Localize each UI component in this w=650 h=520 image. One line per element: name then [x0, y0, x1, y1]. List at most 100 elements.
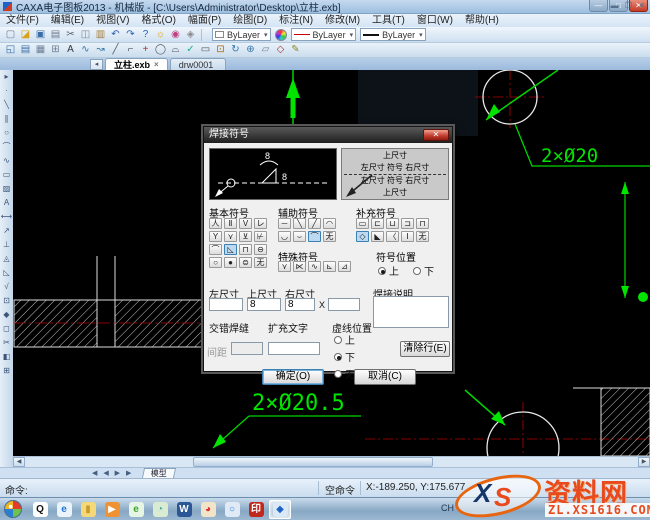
circle-icon[interactable]: ◯ — [153, 43, 168, 57]
right-dim-input[interactable] — [285, 298, 315, 311]
ok-button[interactable]: 确定(O) — [262, 369, 324, 385]
taskbar-browser-green[interactable]: e — [125, 500, 147, 519]
taskbar-qq[interactable]: Q — [29, 500, 51, 519]
aux-arc[interactable]: ⌒ — [308, 231, 321, 242]
print-icon[interactable]: ▤ — [48, 28, 63, 42]
sym-backing-weld[interactable]: ⊜ — [239, 257, 252, 268]
mdi-window-controls[interactable]: ▬ ❐ ✕ — [611, 1, 647, 10]
datum-tool-icon[interactable]: ⊥ — [1, 238, 13, 252]
sym-plug-weld[interactable]: ⊓ — [239, 244, 252, 255]
menu-window[interactable]: 窗口(W) — [411, 14, 459, 27]
sym-fillet-weld[interactable]: ◺ — [224, 244, 237, 255]
taskbar-browser-360[interactable]: ◔ — [149, 500, 171, 519]
sym-flange-weld[interactable]: 人 — [209, 218, 222, 229]
parallel-tool-icon[interactable]: ∥ — [1, 112, 13, 126]
leader-tool-icon[interactable]: ↗ — [1, 224, 13, 238]
spacing-input[interactable] — [231, 342, 263, 355]
supp-open-angle[interactable]: 〈 — [386, 231, 399, 242]
taskbar-word[interactable]: W — [173, 500, 195, 519]
tab-scroll-button[interactable]: ◂ — [90, 59, 103, 70]
layer-combo[interactable]: ByLayer ▾ — [212, 28, 271, 41]
rect-tool-icon[interactable]: ▭ — [1, 168, 13, 182]
pan-icon[interactable]: ▱ — [258, 43, 273, 57]
dash-bottom-radio[interactable]: 下 — [334, 349, 355, 364]
angle-icon[interactable]: ⌐ — [123, 43, 138, 57]
aux-concave[interactable]: ◡ — [278, 231, 291, 242]
supp-flat-plate[interactable]: ▭ — [356, 218, 369, 229]
special-3[interactable]: ∿ — [308, 261, 321, 272]
menu-format[interactable]: 格式(O) — [135, 14, 181, 27]
clear-row-button[interactable]: 清除行(E) — [400, 341, 450, 357]
paste-icon[interactable]: ▥ — [93, 28, 108, 42]
sym-v-root-weld[interactable]: Y — [209, 231, 222, 242]
undo-icon[interactable]: ↶ — [108, 28, 123, 42]
window-new-icon[interactable]: ◱ — [3, 43, 18, 57]
zoom-icon[interactable]: ⊕ — [243, 43, 258, 57]
menu-dimension[interactable]: 标注(N) — [273, 14, 319, 27]
arc-tool-icon[interactable]: ⌒ — [1, 140, 13, 154]
arc-icon[interactable]: ⌓ — [168, 43, 183, 57]
lineweight-combo[interactable]: ByLayer ▾ — [360, 28, 426, 41]
edit-icon[interactable]: ✎ — [288, 43, 303, 57]
aux-flush[interactable]: ⌣ — [293, 231, 306, 242]
start-button[interactable] — [4, 500, 22, 518]
scroll-left-icon[interactable]: ◀ — [13, 457, 25, 467]
count-input[interactable] — [328, 298, 360, 311]
taskbar-explorer-folder[interactable]: ▮ — [77, 500, 99, 519]
command-prompt[interactable]: 命令: — [5, 482, 28, 497]
dim-tool-icon[interactable]: ⟷ — [1, 210, 13, 224]
sym-j-weld[interactable]: ⊬ — [254, 231, 267, 242]
linetype-combo[interactable]: ByLayer ▾ — [291, 28, 357, 41]
sym-u-weld[interactable]: ⊻ — [239, 231, 252, 242]
scrollbar-thumb[interactable] — [193, 457, 433, 467]
position-top-radio[interactable]: 上 — [378, 263, 399, 278]
polyline-icon[interactable]: ↝ — [93, 43, 108, 57]
taskbar-media-player[interactable]: ▶ — [101, 500, 123, 519]
text-tool-icon[interactable]: A — [1, 196, 13, 210]
color-picker-icon[interactable] — [275, 29, 287, 41]
taskbar-caxa[interactable]: ◆ — [269, 500, 291, 519]
aux-convex[interactable]: ◠ — [323, 218, 336, 229]
supp-site-flag[interactable]: ◣ — [371, 231, 384, 242]
supp-bracket-right[interactable]: ⊐ — [401, 218, 414, 229]
dialog-close-icon[interactable]: ✕ — [423, 129, 449, 141]
palette-icon[interactable]: ◉ — [168, 28, 183, 42]
special-2[interactable]: ⋉ — [293, 261, 306, 272]
menu-help[interactable]: 帮助(H) — [459, 14, 505, 27]
tab-lizhu[interactable]: 立柱.exb × — [105, 58, 168, 70]
lock-icon[interactable]: ◈ — [183, 28, 198, 42]
special-1[interactable]: ⋎ — [278, 261, 291, 272]
tab-close-icon[interactable]: × — [154, 59, 159, 71]
line-tool-icon[interactable]: ╲ — [1, 98, 13, 112]
select-tool-icon[interactable]: ▸ — [1, 70, 13, 84]
bulb-icon[interactable]: ☼ — [153, 28, 168, 42]
sym-single-v-root-weld[interactable]: ⋎ — [224, 231, 237, 242]
top-dim-input[interactable] — [247, 298, 281, 311]
point-tool-icon[interactable]: · — [1, 84, 13, 98]
sym-back-weld[interactable]: ⌒ — [209, 244, 222, 255]
aux-none[interactable]: 无 — [323, 231, 336, 242]
dash-top-radio[interactable]: 上 — [334, 332, 355, 347]
check-icon[interactable]: ✓ — [183, 43, 198, 57]
spline-icon[interactable]: ∿ — [78, 43, 93, 57]
sym-spot-seam-weld[interactable]: ⊖ — [254, 244, 267, 255]
sym-basic-none[interactable]: 无 — [254, 257, 267, 268]
model-tab[interactable]: 模型 — [142, 468, 176, 478]
menu-view[interactable]: 视图(V) — [90, 14, 135, 27]
tab-drw0001[interactable]: drw0001 — [170, 58, 227, 70]
help-icon[interactable]: ? — [138, 28, 153, 42]
sym-single-v-weld[interactable]: レ — [254, 218, 267, 229]
mirror-tool-icon[interactable]: ◧ — [1, 350, 13, 364]
sym-spot-weld[interactable]: ○ — [209, 257, 222, 268]
redo-icon[interactable]: ↷ — [123, 28, 138, 42]
library-tool-icon[interactable]: ◆ — [1, 308, 13, 322]
dash-none-radio[interactable]: 无 — [334, 366, 355, 381]
weld-note-textarea[interactable] — [373, 296, 449, 328]
supp-cap[interactable]: ⊓ — [416, 218, 429, 229]
block-icon[interactable]: ⊡ — [213, 43, 228, 57]
sym-seam-weld[interactable]: ● — [224, 257, 237, 268]
rect-icon[interactable]: ▭ — [198, 43, 213, 57]
layer-props-icon[interactable]: ▦ — [33, 43, 48, 57]
cancel-button[interactable]: 取消(C) — [354, 369, 416, 385]
weld-tool-icon[interactable]: ◺ — [1, 266, 13, 280]
